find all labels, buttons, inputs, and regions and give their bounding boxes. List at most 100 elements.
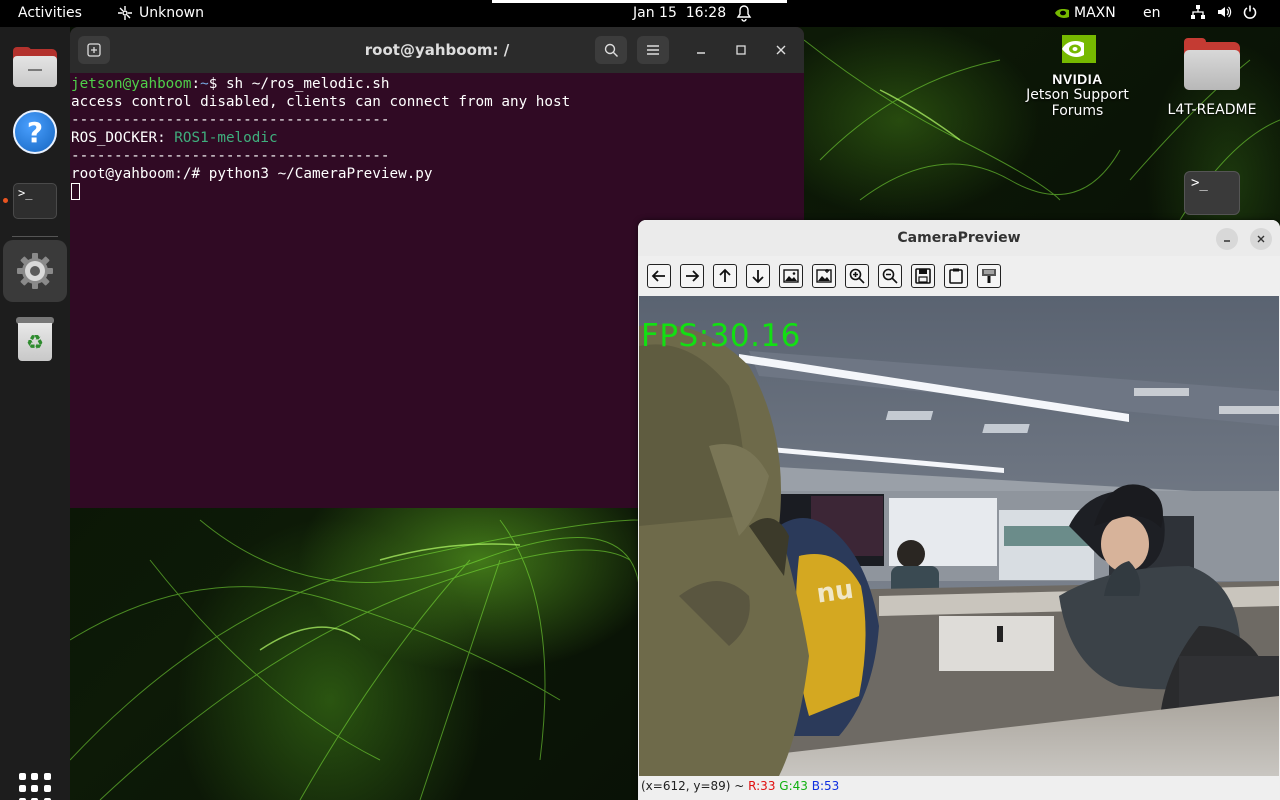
show-applications-icon[interactable]: [19, 773, 51, 800]
prompt-path: ~: [200, 76, 209, 92]
terminal-line: jetson@yahboom:~$ sh ~/ros_melodic.sh: [71, 75, 803, 93]
desktop-icon-label: L4T-README: [1167, 102, 1257, 118]
gear-icon: [17, 253, 53, 289]
desktop-terminal-icon[interactable]: >_: [1184, 171, 1240, 215]
camera-frame: nu: [639, 296, 1279, 776]
ros-docker-value: ROS1-melodic: [174, 130, 278, 146]
dock-help[interactable]: ?: [10, 107, 60, 157]
terminal-icon: >_: [13, 183, 57, 219]
activities-button[interactable]: Activities: [18, 5, 82, 21]
terminal-output[interactable]: jetson@yahboom:~$ sh ~/ros_melodic.sh acc…: [70, 73, 804, 204]
dock-separator: [12, 236, 58, 237]
network-wired-icon: [1191, 5, 1205, 19]
desktop-icon-label: Forums: [1051, 103, 1104, 119]
dock-trash[interactable]: ♻: [10, 314, 60, 364]
arrow-down-icon: [752, 270, 764, 284]
zoom-out-button[interactable]: [878, 264, 902, 288]
close-icon: [776, 45, 786, 55]
camera-preview-window[interactable]: CameraPreview nu FPS:30.16 (x=612, y=89)…: [638, 220, 1280, 800]
clock-time: 16:28: [685, 5, 727, 21]
terminal-line: ROS_DOCKER: ROS1-melodic: [71, 129, 803, 147]
network-icon: [118, 6, 132, 20]
image-settings-icon: [816, 269, 832, 283]
save-icon: [915, 268, 931, 284]
bell-icon[interactable]: [736, 4, 752, 26]
zoom-in-icon: [849, 268, 865, 284]
camera-toolbar: [638, 256, 1280, 296]
folder-icon: [13, 47, 57, 87]
terminal-line: [71, 183, 803, 202]
network-indicator[interactable]: Unknown: [117, 5, 204, 21]
dock-settings[interactable]: [3, 240, 67, 302]
terminal-line: root@yahboom:/# python3 ~/CameraPreview.…: [71, 166, 433, 182]
camera-titlebar[interactable]: CameraPreview: [638, 220, 1280, 256]
notification-strip: [492, 0, 787, 3]
terminal-title: root@yahboom: /: [364, 41, 510, 59]
zoom-in-button[interactable]: [845, 264, 869, 288]
menu-button[interactable]: [637, 36, 669, 64]
folder-icon: [1184, 38, 1240, 90]
search-icon: [604, 43, 618, 57]
minimize-button[interactable]: [1216, 228, 1238, 250]
properties-icon: [982, 269, 996, 283]
hamburger-menu-icon: [647, 45, 659, 55]
pixel-red: R:33: [748, 779, 776, 793]
arrow-left-icon: [651, 270, 665, 282]
terminal-line: -------------------------------------: [71, 112, 390, 128]
pan-right-button[interactable]: [680, 264, 704, 288]
prompt-command: $ sh ~/ros_melodic.sh: [208, 76, 390, 92]
pixel-green: G:43: [779, 779, 808, 793]
nvidia-logo-text: NVIDIA: [1052, 71, 1103, 87]
prompt-user: jetson@yahboom: [71, 76, 192, 92]
close-button[interactable]: [1250, 228, 1272, 250]
maximize-icon: [736, 45, 746, 55]
help-icon: ?: [13, 110, 57, 154]
desktop-l4t-readme[interactable]: L4T-README: [1160, 38, 1264, 118]
arrow-right-icon: [686, 270, 700, 282]
nvidia-icon: [1061, 35, 1096, 63]
close-button[interactable]: [765, 36, 797, 64]
language-indicator[interactable]: en: [1143, 5, 1161, 21]
properties-button[interactable]: [977, 264, 1001, 288]
dock: ? >_ ♻: [0, 27, 70, 800]
prompt-separator: :: [191, 76, 201, 92]
maximize-button[interactable]: [725, 36, 757, 64]
ros-docker-key: ROS_DOCKER:: [71, 130, 175, 146]
desktop-icon-label: Jetson Support: [1026, 87, 1129, 103]
pan-down-button[interactable]: [746, 264, 770, 288]
camera-image[interactable]: nu FPS:30.16: [639, 296, 1279, 776]
save-button[interactable]: [911, 264, 935, 288]
new-tab-button[interactable]: [78, 36, 110, 64]
pan-left-button[interactable]: [647, 264, 671, 288]
power-mode-indicator[interactable]: MAXN: [1054, 5, 1116, 21]
camera-window-title: CameraPreview: [897, 230, 1021, 246]
copy-button[interactable]: [944, 264, 968, 288]
zoom-fit-button[interactable]: [779, 264, 803, 288]
terminal-titlebar[interactable]: root@yahboom: /: [70, 27, 804, 73]
new-tab-icon: [87, 43, 101, 57]
pan-up-button[interactable]: [713, 264, 737, 288]
minimize-button[interactable]: [685, 36, 717, 64]
nvidia-icon: [1055, 9, 1069, 18]
search-button[interactable]: [595, 36, 627, 64]
zoom-original-button[interactable]: [812, 264, 836, 288]
dock-files[interactable]: [10, 42, 60, 92]
system-menu[interactable]: [1190, 4, 1258, 20]
terminal-line: access control disabled, clients can con…: [71, 94, 571, 110]
minimize-icon: [697, 52, 705, 54]
terminal-line: -------------------------------------: [71, 148, 390, 164]
fps-overlay: FPS:30.16: [641, 318, 801, 354]
pixel-blue: B:53: [811, 779, 840, 793]
status-bar: (x=612, y=89) ~ R:33 G:43 B:53: [638, 776, 1280, 800]
volume-icon: [1218, 6, 1232, 18]
clock-date: Jan 15: [633, 5, 677, 21]
minimize-icon: [1224, 240, 1230, 242]
power-mode-label: MAXN: [1074, 5, 1116, 21]
cursor-coords: (x=612, y=89) ~: [641, 779, 749, 793]
clock[interactable]: Jan 15 16:28: [633, 5, 726, 21]
running-indicator: [3, 198, 8, 203]
close-icon: [1257, 235, 1265, 243]
image-icon: [783, 269, 799, 283]
dock-terminal[interactable]: >_: [10, 176, 60, 226]
desktop-jetson-forums[interactable]: NVIDIA Jetson Support Forums: [1020, 35, 1135, 119]
